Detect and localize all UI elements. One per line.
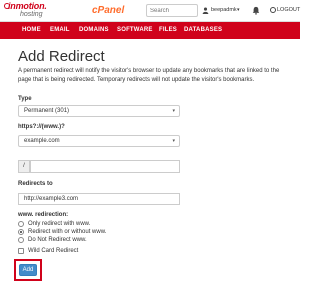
user-icon [202, 7, 209, 14]
nav-item-domains[interactable]: DOMAINS [79, 27, 109, 33]
type-select[interactable]: Permanent (301) ▾ [18, 105, 180, 117]
radio-button[interactable] [18, 237, 24, 243]
radio-label: Only redirect with www. [28, 221, 91, 227]
path-input[interactable] [30, 160, 180, 173]
nav-item-databases[interactable]: DATABASES [184, 27, 222, 33]
chevron-down-icon[interactable]: ▾ [237, 7, 240, 13]
chevron-down-icon: ▾ [172, 108, 175, 114]
domain-select[interactable]: example.com ▾ [18, 135, 180, 147]
radio-button-selected[interactable] [18, 229, 24, 235]
domain-label: https?://(www.)? [18, 124, 65, 130]
chevron-down-icon: ▾ [172, 138, 175, 144]
cpanel-logo[interactable]: cPanel [92, 5, 124, 16]
logo-text: inmotion. [8, 1, 47, 11]
redirects-to-input[interactable]: http://example3.com [18, 193, 180, 205]
add-button[interactable]: Add [19, 264, 37, 276]
nav-item-home[interactable]: HOME [22, 27, 41, 33]
page-title: Add Redirect [18, 48, 105, 65]
main-nav: HOME EMAIL DOMAINS SOFTWARE FILES DATABA… [0, 22, 300, 39]
radio-label: Redirect with or without www. [28, 229, 107, 235]
radio-button[interactable] [18, 221, 24, 227]
logout-link[interactable]: LOGOUT [277, 7, 300, 13]
path-prefix: / [18, 160, 30, 173]
domain-select-value: example.com [24, 138, 60, 144]
username-menu[interactable]: beepadmk [211, 7, 237, 13]
nav-item-email[interactable]: EMAIL [50, 27, 70, 33]
logo-subtext: hosting [20, 11, 43, 18]
wildcard-checkbox[interactable] [18, 248, 24, 254]
redirects-to-label: Redirects to [18, 181, 53, 187]
page-description: A permanent redirect will notify the vis… [18, 68, 280, 83]
inmotion-logo[interactable]: inmotion. hosting [4, 1, 62, 21]
nav-item-files[interactable]: FILES [159, 27, 177, 33]
search-input[interactable] [146, 4, 198, 17]
power-icon[interactable] [270, 7, 276, 13]
top-bar: inmotion. hosting cPanel beepadmk ▾ LOGO… [0, 0, 300, 22]
bell-icon[interactable] [252, 6, 260, 15]
radio-label: Do Not Redirect www. [28, 237, 87, 243]
www-redirection-label: www. redirection: [18, 212, 69, 218]
type-label: Type [18, 96, 32, 102]
type-select-value: Permanent (301) [24, 108, 70, 114]
nav-item-software[interactable]: SOFTWARE [117, 27, 153, 33]
wildcard-label: Wild Card Redirect [28, 248, 79, 254]
